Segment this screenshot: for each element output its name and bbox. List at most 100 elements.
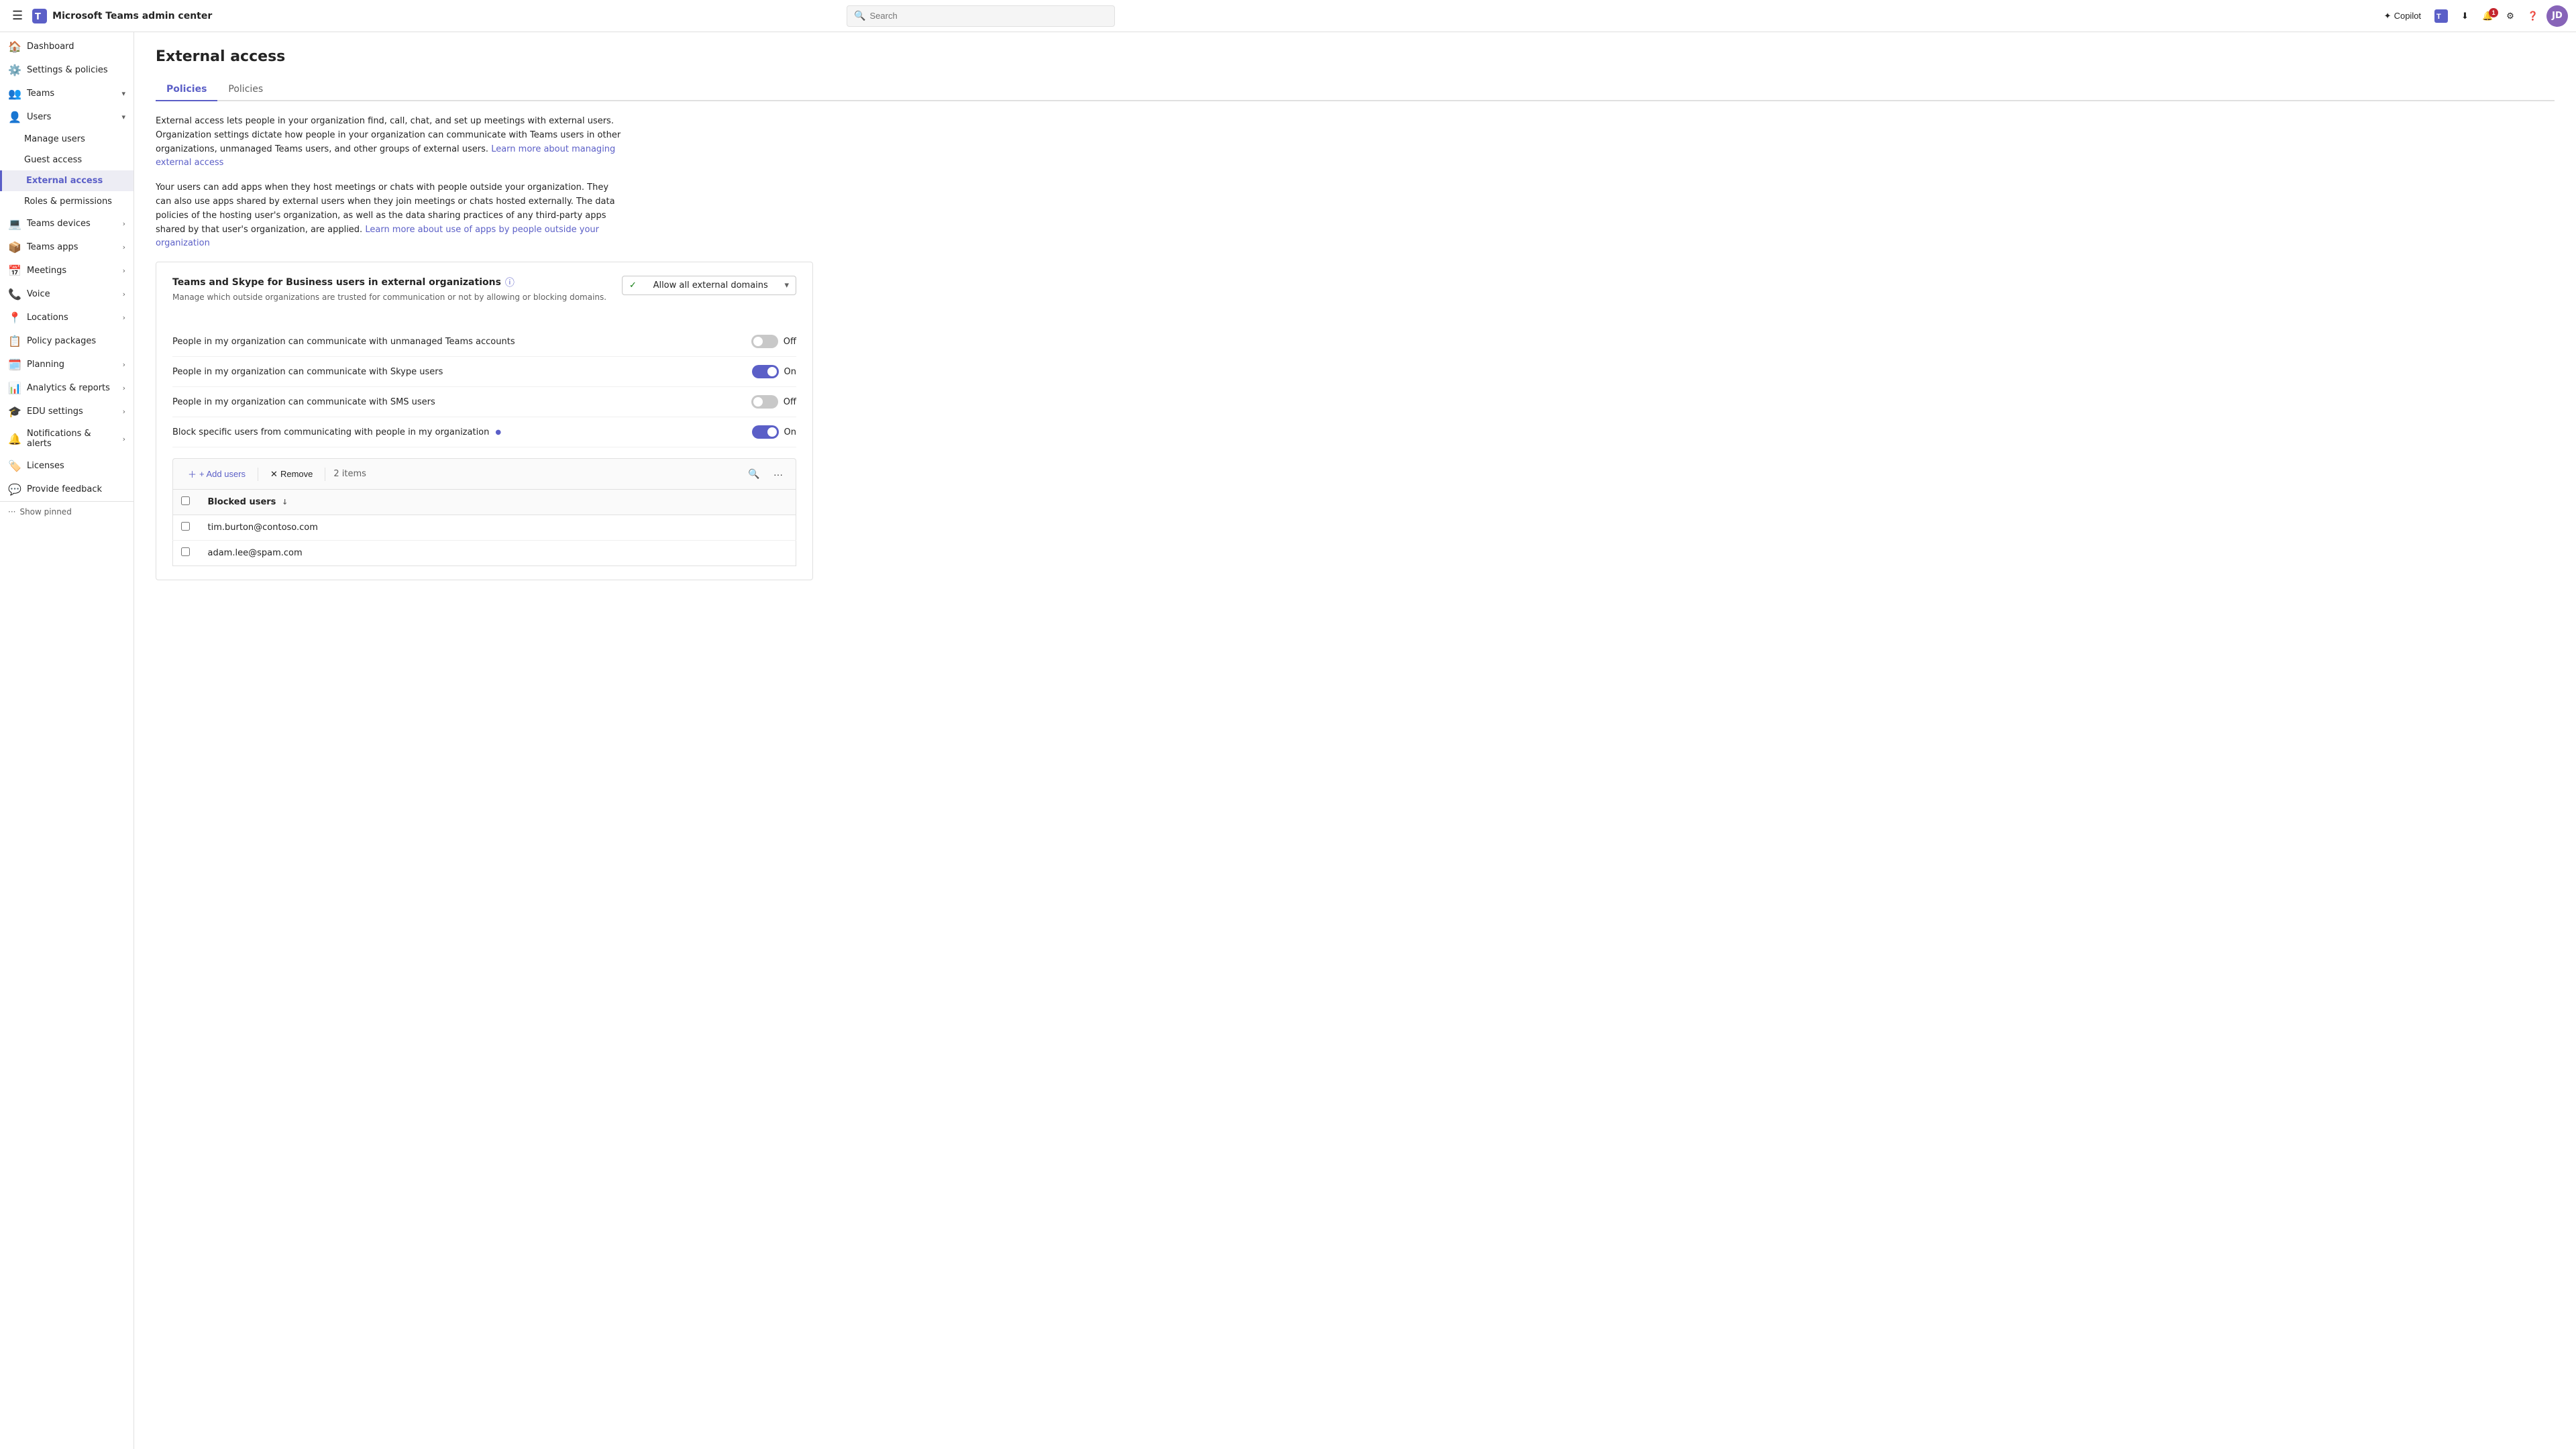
tab-policies-2[interactable]: Policies <box>217 78 274 101</box>
sidebar-item-policy-packages[interactable]: 📋 Policy packages <box>0 329 133 353</box>
search-icon: 🔍 <box>748 468 759 480</box>
info-icon[interactable]: ⓘ <box>505 276 515 289</box>
feedback-icon: 💬 <box>8 483 21 496</box>
plus-icon: ＋ <box>188 468 197 480</box>
sort-icon[interactable]: ↓ <box>282 498 288 506</box>
search-box[interactable]: 🔍 <box>847 5 1115 27</box>
sidebar-item-label: Provide feedback <box>27 484 102 494</box>
table-header: Blocked users ↓ <box>173 490 796 515</box>
sidebar-item-licenses[interactable]: 🏷️ Licenses <box>0 454 133 478</box>
sidebar-item-settings-policies[interactable]: ⚙️ Settings & policies <box>0 58 133 82</box>
table-row: tim.burton@contoso.com <box>173 515 796 541</box>
chevron-down-icon: ▾ <box>121 89 125 98</box>
tab-policies[interactable]: Policies <box>156 78 217 101</box>
app-title: Microsoft Teams admin center <box>52 11 212 21</box>
search-input[interactable] <box>870 11 1108 21</box>
blocked-user-email-2: adam.lee@spam.com <box>200 541 796 566</box>
sidebar-item-analytics-reports[interactable]: 📊 Analytics & reports › <box>0 376 133 400</box>
sidebar-item-voice[interactable]: 📞 Voice › <box>0 282 133 306</box>
chevron-right-icon: › <box>123 219 125 228</box>
toggle-status-sms: Off <box>751 395 796 409</box>
chevron-down-icon: ▾ <box>121 113 125 121</box>
ellipsis-h-icon: ··· <box>773 469 783 480</box>
description-2: Your users can add apps when they host m… <box>156 181 625 251</box>
toggle-label-unmanaged: People in my organization can communicat… <box>172 337 515 347</box>
external-orgs-section: Teams and Skype for Business users in ex… <box>156 262 813 580</box>
domain-dropdown[interactable]: ✓ Allow all external domains ▾ <box>622 276 796 295</box>
copilot-button[interactable]: ✦ Copilot <box>2379 8 2426 24</box>
hamburger-icon: ☰ <box>12 9 23 23</box>
show-pinned-button[interactable]: ··· Show pinned <box>0 501 133 522</box>
sidebar-item-teams-devices[interactable]: 💻 Teams devices › <box>0 212 133 235</box>
analytics-icon: 📊 <box>8 382 21 394</box>
sidebar-item-teams-apps[interactable]: 📦 Teams apps › <box>0 235 133 259</box>
meetings-icon: 📅 <box>8 264 21 277</box>
toggle-label-sms: People in my organization can communicat… <box>172 397 435 407</box>
planning-icon: 🗓️ <box>8 358 21 371</box>
toggle-switch-sms[interactable] <box>751 395 778 409</box>
sidebar-item-edu-settings[interactable]: 🎓 EDU settings › <box>0 400 133 423</box>
sidebar-item-roles-permissions[interactable]: Roles & permissions <box>0 191 133 212</box>
settings-button[interactable]: ⚙ <box>2501 8 2520 24</box>
chevron-right-icon: › <box>123 243 125 252</box>
toggle-state-label-unmanaged: Off <box>784 337 796 347</box>
chevron-right-icon: › <box>123 360 125 369</box>
download-button[interactable]: ⬇ <box>2456 8 2474 24</box>
app-logo: T Microsoft Teams admin center <box>32 9 212 23</box>
top-navigation: ☰ T Microsoft Teams admin center 🔍 ✦ Cop… <box>0 0 2576 32</box>
user-avatar[interactable]: JD <box>2546 5 2568 27</box>
sidebar-item-planning[interactable]: 🗓️ Planning › <box>0 353 133 376</box>
sidebar-item-locations[interactable]: 📍 Locations › <box>0 306 133 329</box>
row-checkbox[interactable] <box>181 522 190 531</box>
notifications-icon: 🔔 <box>8 433 21 445</box>
hamburger-menu-button[interactable]: ☰ <box>8 6 27 25</box>
toggle-switch-block[interactable] <box>752 425 779 439</box>
sidebar-item-label: Meetings <box>27 266 66 276</box>
row-checkbox[interactable] <box>181 547 190 556</box>
tab-bar: Policies Policies <box>156 78 2555 101</box>
chevron-right-icon: › <box>123 290 125 299</box>
toggle-switch-unmanaged[interactable] <box>751 335 778 348</box>
voice-icon: 📞 <box>8 288 21 301</box>
table-body: tim.burton@contoso.com adam.lee@spam.com <box>173 515 796 566</box>
dropdown-value: Allow all external domains <box>653 280 768 290</box>
sidebar-item-manage-users[interactable]: Manage users <box>0 129 133 150</box>
chevron-down-icon: ▾ <box>784 280 789 290</box>
dashboard-icon: 🏠 <box>8 40 21 53</box>
table-checkbox-header[interactable] <box>173 490 200 515</box>
select-all-checkbox[interactable] <box>181 496 190 505</box>
help-button[interactable]: ❓ <box>2522 8 2544 24</box>
chevron-right-icon: › <box>123 384 125 392</box>
notification-button[interactable]: 🔔 1 <box>2477 8 2498 24</box>
sidebar-item-dashboard[interactable]: 🏠 Dashboard <box>0 35 133 58</box>
blocked-users-column-header[interactable]: Blocked users ↓ <box>200 490 796 515</box>
help-icon: ❓ <box>2528 11 2538 21</box>
add-users-button[interactable]: ＋ + Add users <box>181 464 252 484</box>
row-checkbox-2[interactable] <box>173 541 200 566</box>
chevron-right-icon: › <box>123 407 125 416</box>
sidebar-item-label: External access <box>26 176 103 186</box>
toggle-switch-skype[interactable] <box>752 365 779 378</box>
dot-indicator: ● <box>495 429 501 436</box>
topnav-actions: ✦ Copilot T ⬇ 🔔 1 ⚙ ❓ JD <box>2379 5 2568 27</box>
sidebar-item-meetings[interactable]: 📅 Meetings › <box>0 259 133 282</box>
sidebar-item-provide-feedback[interactable]: 💬 Provide feedback <box>0 478 133 501</box>
sidebar-item-users[interactable]: 👤 Users ▾ <box>0 105 133 129</box>
teams-small-icon: T <box>2434 9 2448 23</box>
sidebar: 🏠 Dashboard ⚙️ Settings & policies 👥 Tea… <box>0 32 134 1449</box>
remove-button[interactable]: ✕ Remove <box>264 466 319 483</box>
external-orgs-header: Teams and Skype for Business users in ex… <box>172 276 606 303</box>
toggle-row-unmanaged: People in my organization can communicat… <box>172 327 796 357</box>
toggle-state-label-skype: On <box>784 367 796 377</box>
table-row: adam.lee@spam.com <box>173 541 796 566</box>
more-options-button[interactable]: ··· <box>769 465 788 484</box>
row-checkbox-1[interactable] <box>173 515 200 541</box>
sidebar-item-notifications-alerts[interactable]: 🔔 Notifications & alerts › <box>0 423 133 454</box>
x-icon: ✕ <box>270 469 278 480</box>
sidebar-item-teams[interactable]: 👥 Teams ▾ <box>0 82 133 105</box>
teams-icon-button[interactable]: T <box>2429 7 2453 25</box>
toggle-status-block: On <box>752 425 796 439</box>
sidebar-item-external-access[interactable]: External access <box>0 170 133 191</box>
search-table-button[interactable]: 🔍 <box>745 465 763 484</box>
sidebar-item-guest-access[interactable]: Guest access <box>0 150 133 170</box>
